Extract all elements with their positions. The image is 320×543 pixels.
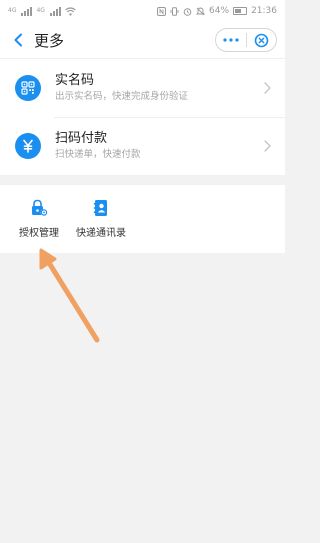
signal-icon (49, 6, 61, 16)
chevron-right-icon (261, 140, 273, 152)
service-text: 实名码 出示实名码，快速完成身份验证 (55, 72, 261, 104)
vibrate-icon (170, 6, 179, 16)
tool-authorization-management[interactable]: 授权管理 (8, 185, 70, 253)
service-description: 出示实名码，快速完成身份验证 (55, 91, 189, 102)
service-name: 扫码付款 (55, 131, 108, 146)
contacts-book-icon (91, 198, 111, 218)
status-left: 4G 4G (8, 6, 76, 16)
screen: 4G 4G 64% 21:36 更多 实名码 出示实名码，快速完成身份验证 扫码… (0, 0, 285, 543)
chevron-right-icon (261, 82, 273, 94)
more-dots-icon (223, 38, 239, 42)
signal-tag-2: 4G (36, 7, 45, 14)
back-button[interactable] (8, 30, 28, 50)
service-description: 扫快递单，快速付款 (55, 149, 141, 160)
mute-icon (196, 7, 206, 15)
tool-courier-contacts[interactable]: 快递通讯录 (70, 185, 132, 253)
battery-icon (233, 7, 248, 15)
wifi-icon (65, 6, 76, 16)
nfc-icon (157, 6, 167, 16)
signal-icon (21, 6, 33, 16)
service-name: 实名码 (55, 73, 95, 88)
lock-settings-icon (29, 198, 49, 218)
close-button[interactable] (247, 29, 277, 51)
tool-label: 快递通讯录 (76, 228, 126, 239)
status-right: 64% 21:36 (157, 6, 277, 16)
battery-percent: 64% (209, 6, 230, 16)
status-bar: 4G 4G 64% 21:36 (0, 0, 285, 22)
header-bar: 更多 (0, 22, 285, 58)
tools-grid: 授权管理 快递通讯录 (0, 185, 285, 253)
service-item-real-name-code[interactable]: 实名码 出示实名码，快速完成身份验证 (0, 59, 285, 117)
page-title: 更多 (34, 31, 65, 50)
qr-code-icon (15, 75, 41, 101)
service-list: 实名码 出示实名码，快速完成身份验证 扫码付款 扫快递单，快速付款 (0, 58, 285, 175)
service-item-scan-pay[interactable]: 扫码付款 扫快递单，快速付款 (0, 117, 285, 175)
more-button[interactable] (216, 29, 246, 51)
mini-program-capsule (215, 28, 277, 52)
section-gap (0, 175, 285, 185)
chevron-left-icon (14, 33, 22, 47)
alarm-icon (183, 7, 192, 16)
yuan-icon (15, 133, 41, 159)
tool-label: 授权管理 (19, 228, 59, 239)
signal-tag-1: 4G (8, 7, 17, 14)
close-circle-icon (254, 33, 269, 47)
clock: 21:36 (251, 6, 277, 16)
service-text: 扫码付款 扫快递单，快速付款 (55, 130, 261, 162)
